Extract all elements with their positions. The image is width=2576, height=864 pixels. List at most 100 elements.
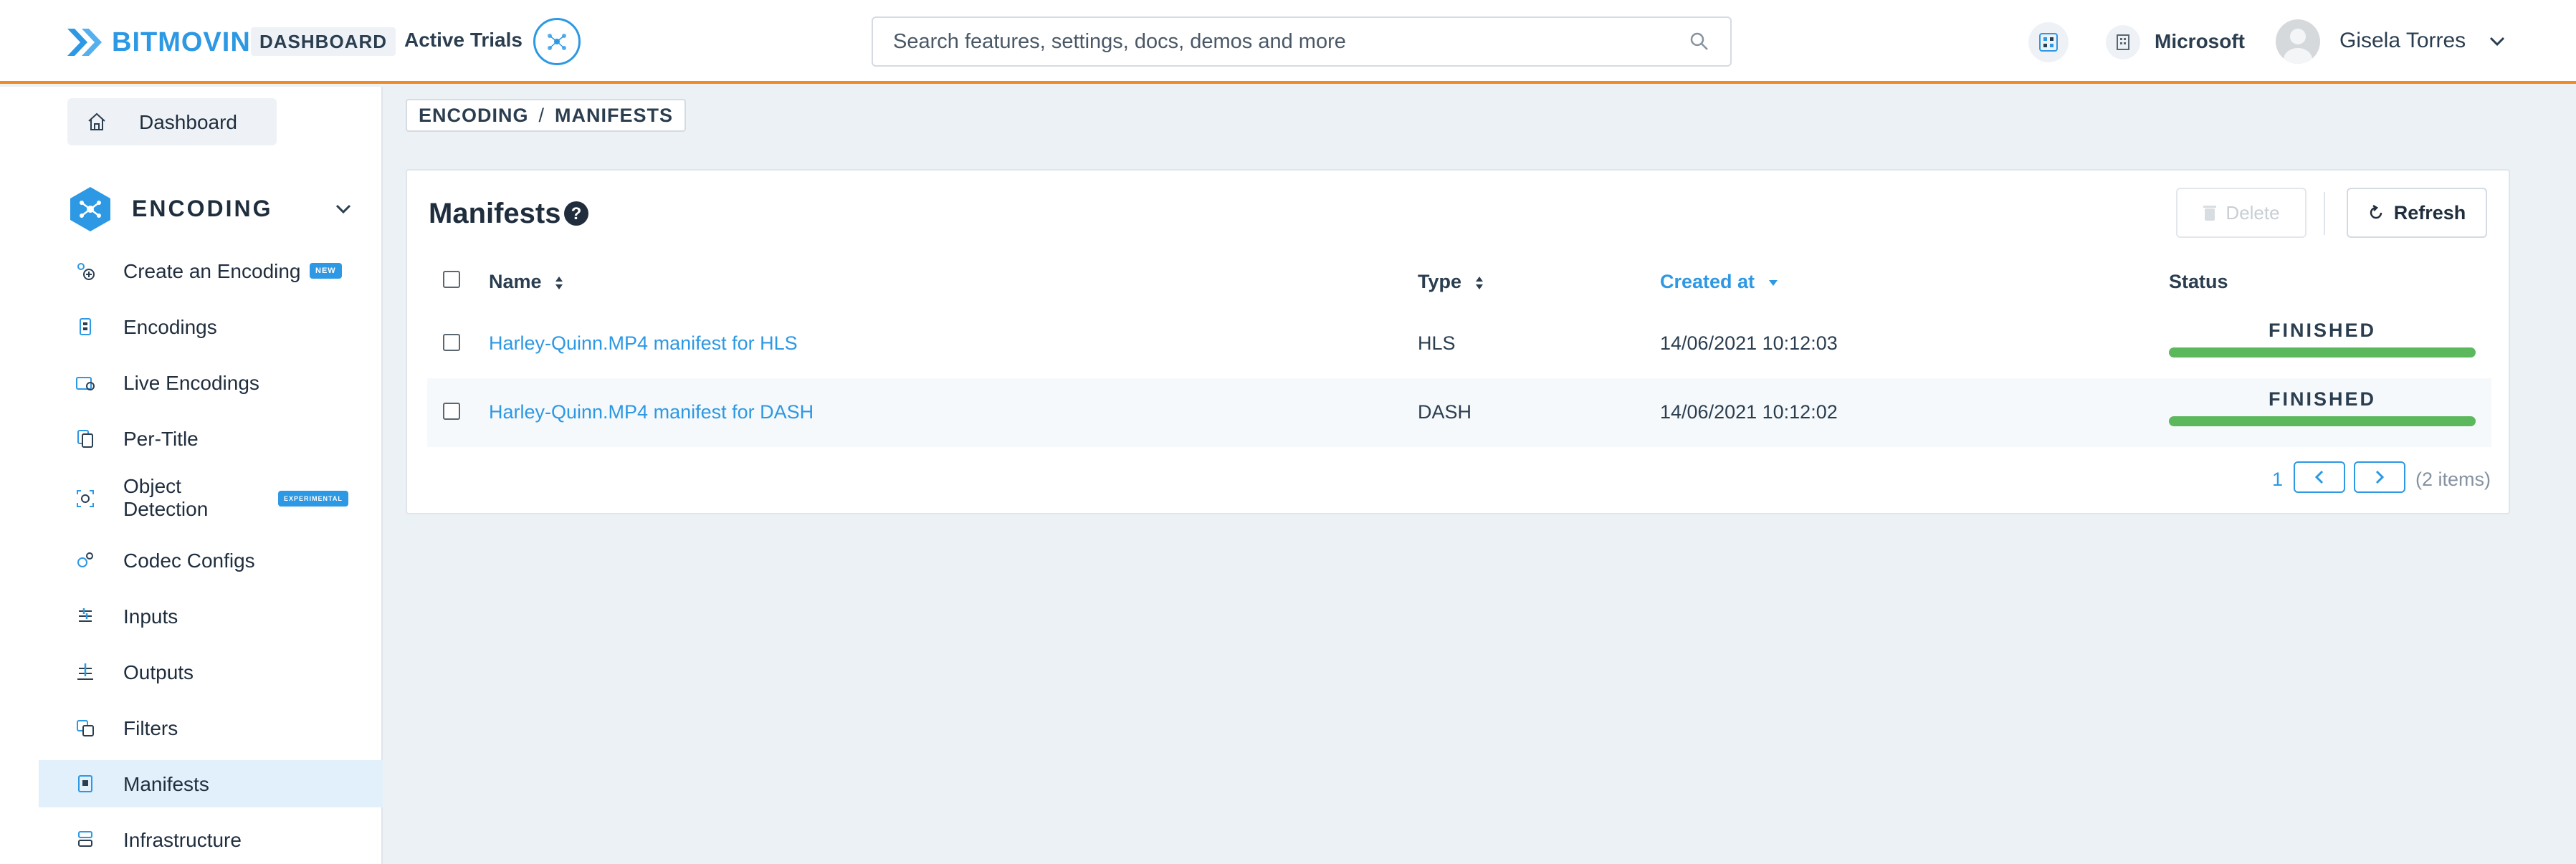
column-header-type[interactable]: Type bbox=[1418, 271, 1484, 293]
sidebar-item-label: Encodings bbox=[123, 316, 217, 338]
search-icon[interactable] bbox=[1689, 31, 1710, 52]
manifest-name-link[interactable]: Harley-Quinn.MP4 manifest for HLS bbox=[489, 332, 798, 355]
bitmovin-logo[interactable]: BITMOVIN bbox=[66, 26, 251, 59]
manifests-icon bbox=[78, 775, 92, 792]
label-line-1: Object bbox=[123, 475, 181, 497]
building-icon bbox=[2117, 34, 2129, 50]
sidebar-item-inputs[interactable]: Inputs bbox=[39, 592, 383, 640]
breadcrumb: ENCODING / MANIFESTS bbox=[406, 99, 687, 132]
manifest-created-at: 14/06/2021 10:12:02 bbox=[1660, 401, 1838, 423]
sidebar-item-infrastructure[interactable]: Infrastructure bbox=[39, 816, 383, 863]
table-row[interactable]: Harley-Quinn.MP4 manifest for HLS HLS 14… bbox=[427, 309, 2491, 378]
encoding-hex-icon bbox=[70, 187, 110, 231]
manifest-type: HLS bbox=[1418, 332, 1456, 354]
breadcrumb-current: MANIFESTS bbox=[555, 105, 674, 126]
refresh-icon bbox=[2370, 205, 2382, 219]
sidebar-item-label: Inputs bbox=[123, 605, 178, 628]
sidebar-item-codec-configs[interactable]: Codec Configs bbox=[39, 537, 383, 584]
apps-button[interactable] bbox=[2028, 22, 2069, 62]
status-progress-bar bbox=[2169, 347, 2476, 357]
encoding-section-header[interactable]: ENCODING bbox=[67, 186, 361, 233]
breadcrumb-parent[interactable]: ENCODING bbox=[419, 105, 529, 126]
sidebar-item-per-title[interactable]: Per-Title bbox=[39, 415, 383, 462]
sidebar-item-label: Infrastructure bbox=[123, 829, 242, 851]
table-row[interactable]: Harley-Quinn.MP4 manifest for DASH DASH … bbox=[427, 378, 2491, 447]
breadcrumb-separator: / bbox=[538, 105, 545, 126]
refresh-button[interactable]: Refresh bbox=[2347, 188, 2487, 238]
bitmovin-logo-icon bbox=[67, 29, 102, 56]
logo-text: BITMOVIN bbox=[112, 27, 251, 57]
global-search[interactable] bbox=[872, 16, 1732, 67]
column-label: Name bbox=[489, 271, 542, 292]
sidebar-item-label: Per-Title bbox=[123, 428, 199, 450]
user-name[interactable]: Gisela Torres bbox=[2339, 29, 2466, 53]
status-text: FINISHED bbox=[2268, 320, 2376, 341]
sidebar-item-label: Object Detection bbox=[123, 475, 208, 521]
per-title-icon bbox=[77, 430, 93, 448]
sidebar-item-filters[interactable]: Filters bbox=[39, 704, 383, 752]
new-badge: NEW bbox=[310, 263, 342, 279]
sidebar: Dashboard ENCODING Create an Encoding NE… bbox=[0, 87, 383, 864]
pagination-next-button[interactable] bbox=[2354, 461, 2405, 493]
column-label: Created at bbox=[1660, 271, 1755, 292]
sidebar-item-manifests[interactable]: Manifests bbox=[39, 760, 383, 807]
sidebar-item-outputs[interactable]: Outputs bbox=[39, 648, 383, 696]
object-detection-icon bbox=[77, 490, 94, 507]
row-checkbox[interactable] bbox=[443, 334, 460, 351]
sort-icon bbox=[555, 276, 563, 289]
column-header-created-at[interactable]: Created at bbox=[1660, 271, 1779, 293]
status-indicator: FINISHED bbox=[2169, 388, 2476, 426]
sidebar-item-create-encoding[interactable]: Create an Encoding NEW bbox=[39, 247, 383, 294]
home-icon bbox=[88, 112, 105, 130]
column-header-name[interactable]: Name bbox=[489, 271, 564, 293]
search-input[interactable] bbox=[893, 29, 1689, 54]
encodings-icon bbox=[80, 318, 91, 335]
sidebar-item-live-encodings[interactable]: Live Encodings bbox=[39, 359, 383, 406]
inputs-icon bbox=[79, 608, 92, 622]
experimental-badge: EXPERIMENTAL bbox=[278, 491, 348, 507]
manifest-created-at: 14/06/2021 10:12:03 bbox=[1660, 332, 1838, 354]
manifest-type: DASH bbox=[1418, 401, 1472, 423]
delete-label: Delete bbox=[2226, 201, 2280, 224]
top-header: BITMOVIN DASHBOARD Active Trials Search … bbox=[0, 0, 2576, 84]
sidebar-item-encodings[interactable]: Encodings bbox=[39, 303, 383, 350]
status-indicator: FINISHED bbox=[2169, 320, 2476, 357]
active-trials-link[interactable]: Active Trials bbox=[404, 29, 523, 52]
label-line-2: Detection bbox=[123, 498, 209, 520]
sidebar-item-label: Dashboard bbox=[139, 111, 237, 133]
toolbar-divider bbox=[2324, 192, 2325, 235]
organization-button[interactable] bbox=[2106, 25, 2140, 59]
trash-icon bbox=[2203, 206, 2217, 221]
chevron-right-icon bbox=[2375, 470, 2385, 484]
manifests-card: Manifests ? Delete Refresh Name Type Cre… bbox=[406, 169, 2510, 514]
sort-desc-icon bbox=[1768, 279, 1778, 286]
status-progress-bar bbox=[2169, 416, 2476, 426]
dashboard-badge[interactable]: DASHBOARD bbox=[251, 27, 396, 56]
sidebar-item-object-detection[interactable]: Object Detection EXPERIMENTAL bbox=[39, 471, 383, 528]
sidebar-item-label: Manifests bbox=[123, 773, 209, 795]
chevron-down-icon[interactable] bbox=[333, 198, 354, 220]
sidebar-item-label: Filters bbox=[123, 717, 178, 739]
section-title: ENCODING bbox=[132, 196, 273, 221]
user-avatar[interactable] bbox=[2276, 19, 2320, 64]
trials-icon[interactable] bbox=[533, 18, 581, 65]
manifest-name-link[interactable]: Harley-Quinn.MP4 manifest for DASH bbox=[489, 401, 814, 423]
sidebar-item-dashboard[interactable]: Dashboard bbox=[67, 98, 277, 145]
svg-text:?: ? bbox=[571, 204, 582, 224]
refresh-label: Refresh bbox=[2393, 201, 2466, 224]
delete-button[interactable]: Delete bbox=[2176, 188, 2307, 238]
row-checkbox[interactable] bbox=[443, 403, 460, 420]
column-header-status: Status bbox=[2169, 271, 2228, 292]
filters-icon bbox=[77, 720, 94, 736]
sort-icon bbox=[1475, 276, 1483, 289]
select-all-checkbox[interactable] bbox=[443, 271, 460, 288]
help-icon[interactable]: ? bbox=[563, 201, 589, 226]
chevron-down-icon[interactable] bbox=[2487, 32, 2507, 52]
apps-grid-icon bbox=[2039, 33, 2058, 52]
pagination-current-page[interactable]: 1 bbox=[2272, 469, 2283, 491]
page-title: Manifests bbox=[429, 198, 561, 229]
organization-name[interactable]: Microsoft bbox=[2155, 30, 2245, 53]
pagination-prev-button[interactable] bbox=[2294, 461, 2345, 493]
infrastructure-icon bbox=[78, 831, 92, 847]
sidebar-item-label: Codec Configs bbox=[123, 549, 255, 572]
